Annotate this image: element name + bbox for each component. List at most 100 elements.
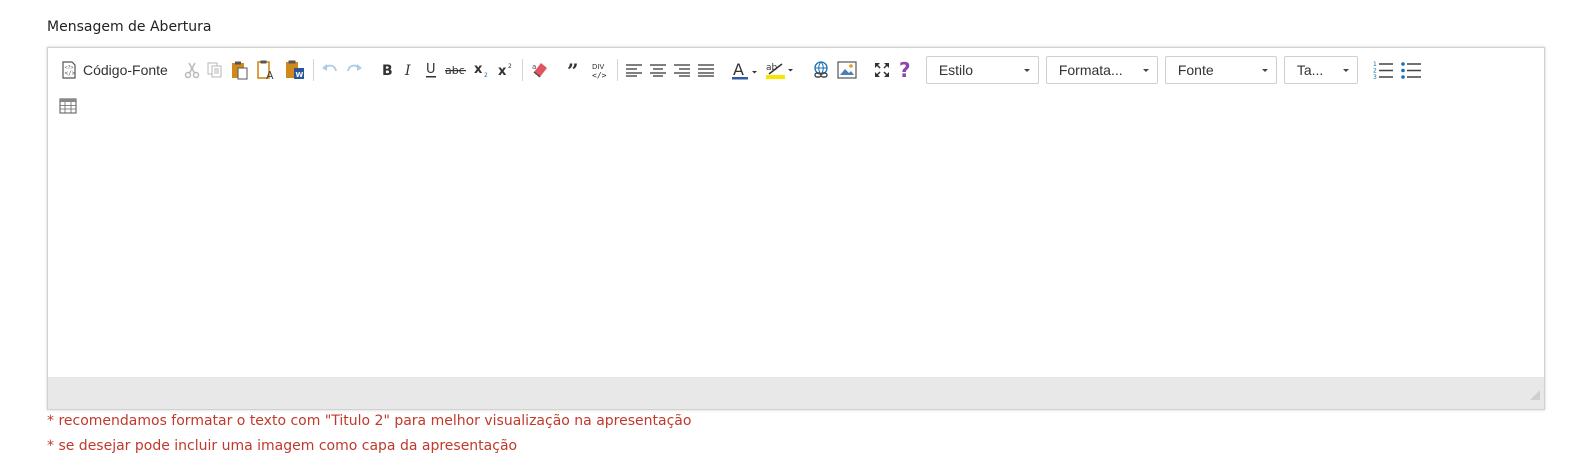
superscript-icon: x2 xyxy=(497,61,515,79)
div-button[interactable]: DIV </> xyxy=(587,57,613,83)
chevron-down-icon xyxy=(1261,68,1268,72)
justify-button[interactable] xyxy=(694,57,718,83)
blockquote-icon: ” xyxy=(566,62,584,78)
strike-icon: abc xyxy=(444,62,467,78)
paste-word-button[interactable]: W xyxy=(281,57,309,83)
hint-text: * se desejar pode incluir uma imagem com… xyxy=(47,438,518,454)
help-icon: ? xyxy=(899,58,911,82)
undo-icon xyxy=(321,62,339,78)
svg-text:</>: </> xyxy=(65,70,76,77)
numbered-list-button[interactable]: 123 xyxy=(1369,57,1397,83)
maximize-icon xyxy=(873,61,891,79)
font-combo-label: Fonte xyxy=(1177,62,1214,78)
redo-icon xyxy=(345,62,363,78)
image-button[interactable] xyxy=(834,57,860,83)
align-right-icon xyxy=(673,63,691,77)
help-button[interactable]: ? xyxy=(894,57,916,83)
rich-text-editor: </> <?> Código-Fonte A W B I U abc x 2 x… xyxy=(47,47,1545,410)
maximize-button[interactable] xyxy=(870,57,894,83)
underline-button[interactable]: U xyxy=(420,57,442,83)
svg-text:x: x xyxy=(498,64,507,79)
table-icon xyxy=(59,98,77,114)
field-label: Mensagem de Abertura xyxy=(47,19,212,35)
editor-status-bar xyxy=(48,377,1544,409)
copy-icon xyxy=(206,61,224,79)
align-left-icon xyxy=(625,63,643,77)
format-combo-label: Formata... xyxy=(1058,62,1123,78)
italic-icon: I xyxy=(402,62,416,78)
align-left-button[interactable] xyxy=(622,57,646,83)
paste-text-button[interactable]: A xyxy=(253,57,281,83)
align-center-button[interactable] xyxy=(646,57,670,83)
svg-text:A: A xyxy=(733,60,744,79)
cut-button[interactable] xyxy=(181,57,203,83)
svg-text:U: U xyxy=(426,62,436,77)
superscript-button[interactable]: x2 xyxy=(494,57,518,83)
chevron-down-icon xyxy=(1142,68,1149,72)
remove-format-button[interactable]: a xyxy=(527,57,553,83)
strike-button[interactable]: abc xyxy=(442,57,470,83)
table-button[interactable] xyxy=(56,93,80,119)
bg-color-icon: ab xyxy=(765,60,795,80)
svg-text:B: B xyxy=(382,63,393,78)
justify-icon xyxy=(697,63,715,77)
bold-button[interactable]: B xyxy=(376,57,398,83)
size-combo[interactable]: Ta... xyxy=(1283,56,1358,84)
svg-text:W: W xyxy=(295,71,303,79)
bg-color-button[interactable]: ab xyxy=(762,57,798,83)
chevron-down-icon xyxy=(1342,68,1349,72)
editor-content-area[interactable] xyxy=(48,130,1544,377)
numbered-list-icon: 123 xyxy=(1372,60,1394,80)
copy-button[interactable] xyxy=(203,57,227,83)
paste-icon xyxy=(230,60,250,80)
toolbar-row-1: </> <?> Código-Fonte A W B I U abc x 2 x… xyxy=(56,55,1425,85)
source-button[interactable]: </> <?> Código-Fonte xyxy=(56,57,171,83)
subscript-icon: x2 xyxy=(473,61,491,79)
svg-text:<?>: <?> xyxy=(65,65,74,71)
redo-button[interactable] xyxy=(342,57,366,83)
cut-icon xyxy=(184,61,200,79)
styles-combo[interactable]: Estilo xyxy=(925,56,1039,84)
remove-format-icon: a xyxy=(530,60,550,80)
format-combo[interactable]: Formata... xyxy=(1045,56,1158,84)
svg-text:A: A xyxy=(266,69,274,81)
bold-icon: B xyxy=(380,62,394,78)
subscript-button[interactable]: x2 xyxy=(470,57,494,83)
toolbar-row-2 xyxy=(56,91,80,121)
italic-button[interactable]: I xyxy=(398,57,420,83)
source-icon: </> <?> xyxy=(59,60,79,80)
svg-text:x: x xyxy=(474,62,483,77)
paste-word-icon: W xyxy=(284,59,306,81)
svg-text:I: I xyxy=(404,63,411,78)
editor-toolbar: </> <?> Código-Fonte A W B I U abc x 2 x… xyxy=(48,48,1544,131)
hint-text: * recomendamos formatar o texto com "Tit… xyxy=(47,413,692,429)
svg-text:3: 3 xyxy=(1373,74,1377,80)
svg-text:”: ” xyxy=(567,62,579,78)
undo-button[interactable] xyxy=(318,57,342,83)
link-icon xyxy=(811,60,831,80)
text-color-button[interactable]: A xyxy=(728,57,762,83)
styles-combo-label: Estilo xyxy=(938,62,974,78)
resize-handle-icon[interactable] xyxy=(1529,388,1541,406)
align-right-button[interactable] xyxy=(670,57,694,83)
paste-button[interactable] xyxy=(227,57,253,83)
svg-text:DIV: DIV xyxy=(592,63,604,71)
font-combo[interactable]: Fonte xyxy=(1164,56,1277,84)
chevron-down-icon xyxy=(1023,68,1030,72)
div-icon: DIV </> xyxy=(590,60,610,80)
blockquote-button[interactable]: ” xyxy=(563,57,587,83)
svg-text:</>: </> xyxy=(592,71,607,80)
link-button[interactable] xyxy=(808,57,834,83)
source-label: Código-Fonte xyxy=(83,62,168,78)
svg-text:a: a xyxy=(532,63,536,71)
image-icon xyxy=(837,61,857,79)
svg-text:2: 2 xyxy=(508,63,512,70)
paste-text-icon: A xyxy=(256,59,278,81)
underline-icon: U xyxy=(424,61,438,79)
text-color-icon: A xyxy=(731,60,759,80)
bulleted-list-icon xyxy=(1400,60,1422,80)
svg-text:2: 2 xyxy=(484,72,488,79)
align-center-icon xyxy=(649,63,667,77)
size-combo-label: Ta... xyxy=(1296,62,1324,78)
bulleted-list-button[interactable] xyxy=(1397,57,1425,83)
